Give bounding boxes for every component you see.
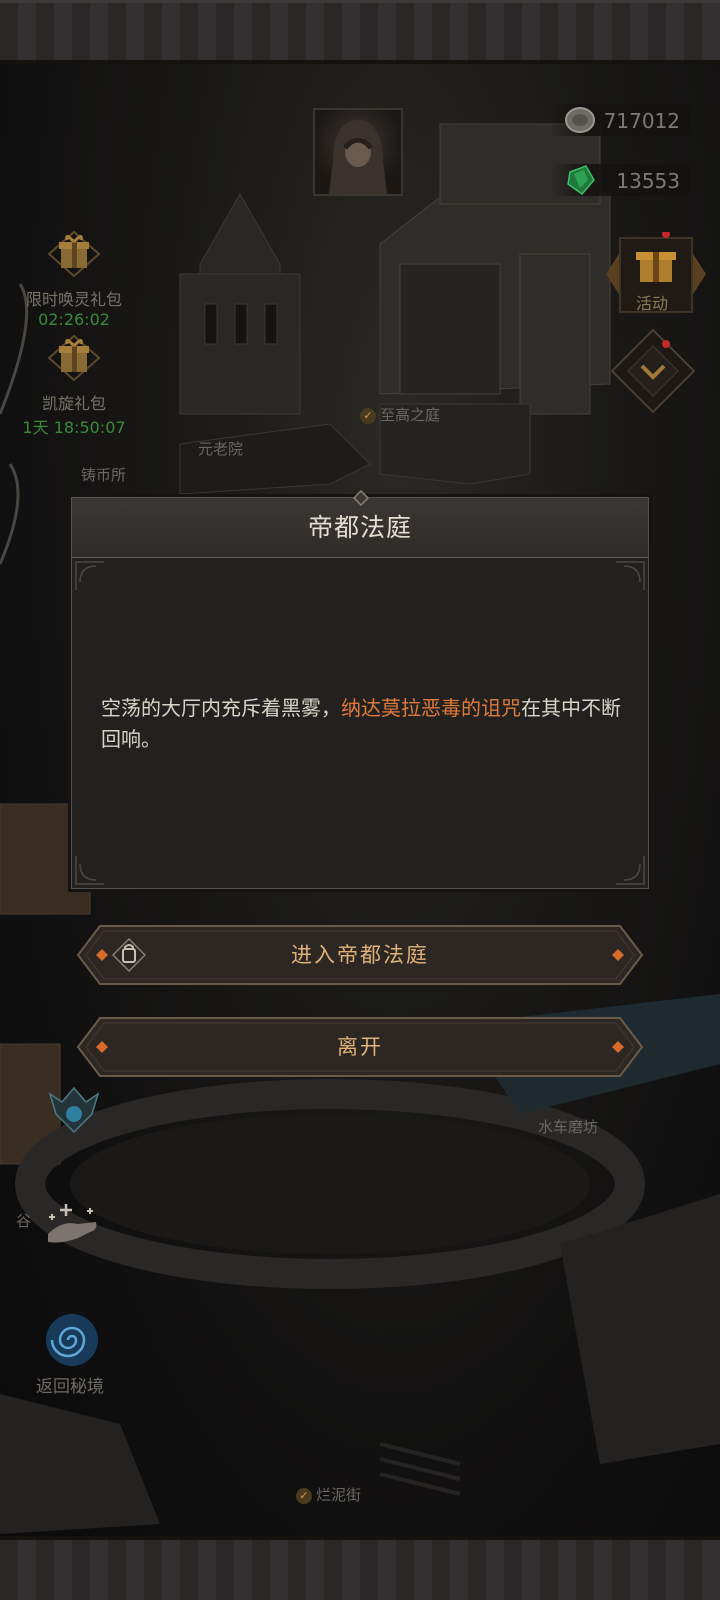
court-dialog: 帝都法庭 空荡的大厅内充斥着黑雾，纳达莫拉恶毒的诅咒在其中不断回响。 xyxy=(71,490,649,889)
chevron-down-icon xyxy=(610,328,696,414)
pack-timer: 1天 18:50:07 xyxy=(22,418,126,437)
top-ornate-frame xyxy=(0,0,720,64)
dialog-title: 帝都法庭 xyxy=(307,513,412,542)
green-gem-icon xyxy=(567,165,595,196)
triumph-pack[interactable]: 凯旋礼包 1天 18:50:07 xyxy=(14,332,134,438)
hooded-figure-icon xyxy=(329,120,387,194)
check-icon: ✓ xyxy=(360,408,376,424)
gift-box-icon xyxy=(47,230,101,278)
map-label-watermill[interactable]: 水车磨坊 xyxy=(538,1116,598,1137)
silver-amount: 717012 xyxy=(603,109,680,133)
healing-hand-icon xyxy=(48,1204,97,1243)
pack-timer: 02:26:02 xyxy=(38,310,110,329)
diamond-ornament-icon xyxy=(353,490,369,506)
vortex-icon xyxy=(46,1314,98,1366)
bottom-ornate-frame xyxy=(0,1536,720,1600)
curse-highlight: 纳达莫拉恶毒的诅咒 xyxy=(341,696,521,720)
pack-name: 限时唤灵礼包 xyxy=(25,290,122,309)
pack-name: 凯旋礼包 xyxy=(41,394,106,413)
map-label-senate[interactable]: 元老院 xyxy=(198,438,243,459)
collapse-menu-button[interactable] xyxy=(606,326,700,416)
map-label-mud-street[interactable]: ✓ 烂泥街 xyxy=(296,1484,361,1505)
map-label-mint[interactable]: 铸币所 xyxy=(81,464,126,485)
wing-emblem-button[interactable] xyxy=(44,1080,104,1144)
activity-button[interactable]: 活动 xyxy=(604,230,708,316)
map-label-valley[interactable]: 谷 xyxy=(16,1210,31,1231)
activity-label: 活动 xyxy=(636,294,669,313)
hero-portrait[interactable] xyxy=(313,108,403,196)
healing-button[interactable] xyxy=(42,1200,102,1258)
check-icon: ✓ xyxy=(296,1488,312,1504)
wing-emblem-icon xyxy=(48,1086,100,1134)
enter-court-button[interactable]: 进入帝都法庭 xyxy=(76,924,644,986)
corner-ornament-icon xyxy=(616,856,645,885)
corner-ornament-icon xyxy=(616,561,645,590)
leave-button[interactable]: 离开 xyxy=(76,1016,644,1078)
dialog-header: 帝都法庭 xyxy=(72,498,648,558)
leave-label: 离开 xyxy=(337,1035,383,1059)
silver-resource[interactable]: 717012 xyxy=(550,104,690,136)
return-secret-button[interactable] xyxy=(42,1310,102,1374)
corner-ornament-icon xyxy=(75,856,104,885)
limited-summon-pack[interactable]: 限时唤灵礼包 02:26:02 xyxy=(14,228,134,329)
return-secret-label[interactable]: 返回秘境 xyxy=(36,1372,104,1397)
silver-coin-icon xyxy=(565,107,595,133)
map-label-supreme-court[interactable]: ✓ 至高之庭 xyxy=(360,404,440,425)
gem-amount: 13553 xyxy=(616,169,680,193)
enter-court-label: 进入帝都法庭 xyxy=(291,943,429,967)
corner-ornament-icon xyxy=(75,561,104,590)
dialog-text: 空荡的大厅内充斥着黑雾，纳达莫拉恶毒的诅咒在其中不断回响。 xyxy=(101,696,621,751)
gem-resource[interactable]: 13553 xyxy=(550,164,690,196)
gift-box-icon xyxy=(47,334,101,382)
